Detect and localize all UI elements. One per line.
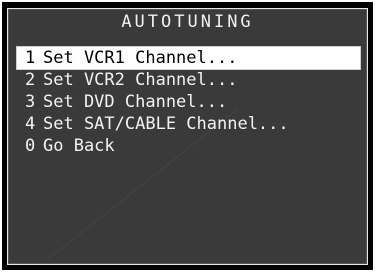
menu-item-set-sat-cable-channel[interactable]: 4 Set SAT/CABLE Channel... xyxy=(8,113,367,135)
menu-item-label: Set SAT/CABLE Channel... xyxy=(43,114,289,134)
menu-item-set-dvd-channel[interactable]: 3 Set DVD Channel... xyxy=(8,91,367,113)
menu-item-set-vcr1-channel[interactable]: 1 Set VCR1 Channel... xyxy=(17,47,360,69)
menu-list: 1 Set VCR1 Channel... 2 Set VCR2 Channel..… xyxy=(8,47,367,157)
menu-item-set-vcr2-channel[interactable]: 2 Set VCR2 Channel... xyxy=(8,69,367,91)
menu-item-go-back[interactable]: 0 Go Back xyxy=(8,135,367,157)
menu-item-label: Set DVD Channel... xyxy=(43,92,228,112)
menu-item-label: Set VCR2 Channel... xyxy=(43,70,238,90)
menu-item-label: Set VCR1 Channel... xyxy=(43,48,238,68)
menu-item-number: 3 xyxy=(25,92,36,112)
menu-title: AUTOTUNING xyxy=(121,12,254,32)
menu-item-number: 4 xyxy=(25,114,36,134)
menu-item-label: Go Back xyxy=(43,136,115,156)
menu-item-number: 2 xyxy=(25,70,36,90)
menu-item-number: 0 xyxy=(25,136,36,156)
menu-item-number: 1 xyxy=(25,48,36,68)
autotuning-menu-panel: AUTOTUNING 1 Set VCR1 Channel... 2 Set VCR… xyxy=(7,8,368,265)
